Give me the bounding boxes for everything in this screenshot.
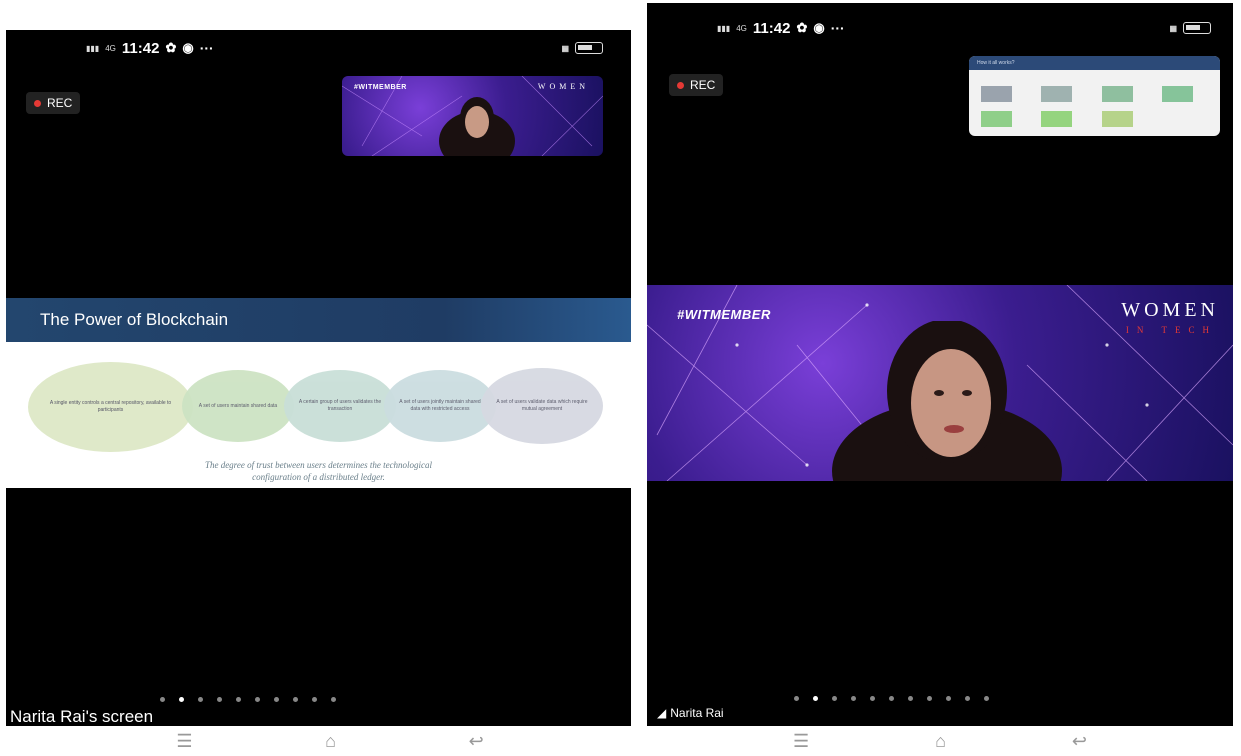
venn-circle-4: A set of users jointly maintain shared d… [384, 370, 496, 442]
page-dot[interactable] [312, 697, 317, 702]
mini-slide-box [1041, 86, 1072, 102]
sync-icon: ◉ [182, 40, 194, 55]
status-bar: ▮▮▮ 4G 11:42 ✿ ◉ ··· ▦ [647, 13, 1233, 43]
settings-icon: ✿ [796, 20, 808, 35]
page-dot[interactable] [293, 697, 298, 702]
signal-icon: ▮▮▮ [86, 43, 100, 53]
speaker-avatar [832, 321, 1062, 481]
video-tag: #WITMEMBER [677, 307, 771, 322]
rec-label: REC [47, 96, 73, 110]
mini-slide-title: How it all works? [969, 56, 1220, 70]
page-dot[interactable] [946, 696, 951, 701]
page-dot-active[interactable] [813, 696, 818, 701]
page-indicator[interactable] [160, 697, 336, 702]
right-phone-screen: ▮▮▮ 4G 11:42 ✿ ◉ ··· ▦ REC How it all wo… [647, 3, 1233, 726]
page-dot[interactable] [274, 697, 279, 702]
speaker-avatar [439, 97, 515, 156]
home-icon[interactable]: ⌂ [935, 731, 946, 752]
status-time: 11:42 [752, 19, 791, 37]
caption-line-2: configuration of a distributed ledger. [252, 471, 385, 482]
menu-icon[interactable]: ☰ [176, 731, 192, 752]
mini-slide-box [1162, 86, 1193, 102]
right-nav-bar: ☰ ⌂ ↩ [730, 726, 1150, 756]
page-dot[interactable] [965, 696, 970, 701]
speaker-thumbnail[interactable]: #WITMEMBER WOMEN [342, 76, 603, 156]
screen-owner-label: Narita Rai's screen [10, 707, 154, 726]
page-indicator[interactable] [794, 696, 989, 701]
page-dot[interactable] [927, 696, 932, 701]
more-icon: ··· [830, 20, 845, 36]
page-dot[interactable] [236, 697, 241, 702]
page-dot[interactable] [198, 697, 203, 702]
rec-label: REC [690, 78, 716, 92]
participant-label: ◢ Narita Rai [657, 706, 724, 720]
network-type: 4G [105, 43, 116, 53]
thumbnail-tag: #WITMEMBER [354, 84, 407, 91]
mini-slide-box [981, 86, 1012, 102]
page-dot[interactable] [794, 696, 799, 701]
back-icon[interactable]: ↩ [1072, 731, 1087, 752]
mini-slide-box [1041, 111, 1072, 127]
speaker-video[interactable]: #WITMEMBER WOMEN IN TECH [647, 285, 1233, 481]
left-phone-screen: ▮▮▮ 4G 11:42 ✿ ◉ ··· ▦ REC #WITMEMBER WO… [6, 30, 631, 726]
participant-name: Narita Rai [670, 706, 724, 720]
page-dot[interactable] [331, 697, 336, 702]
status-time: 11:42 [121, 39, 160, 57]
thumbnail-brand: WOMEN [537, 82, 589, 91]
shared-screen-thumbnail[interactable]: How it all works? [969, 56, 1220, 136]
shared-slide: The Power of Blockchain A single entity … [6, 298, 631, 488]
mini-slide-box [1102, 86, 1133, 102]
menu-icon[interactable]: ☰ [793, 731, 809, 752]
page-dot[interactable] [851, 696, 856, 701]
page-dot[interactable] [255, 697, 260, 702]
venn-circle-1: A single entity controls a central repos… [28, 362, 193, 452]
page-dot[interactable] [160, 697, 165, 702]
page-dot[interactable] [908, 696, 913, 701]
network-type: 4G [736, 23, 747, 33]
battery-icon [575, 42, 603, 54]
caption-line-1: The degree of trust between users determ… [204, 460, 433, 470]
home-icon[interactable]: ⌂ [325, 731, 336, 752]
mini-slide-box [981, 111, 1012, 127]
record-dot-icon [34, 99, 41, 107]
record-dot-icon [677, 81, 684, 89]
slide-caption: The degree of trust between users determ… [6, 460, 631, 483]
rec-indicator: REC [26, 92, 81, 114]
page-dot[interactable] [832, 696, 837, 701]
page-dot-active[interactable] [179, 697, 184, 702]
page-dot[interactable] [870, 696, 875, 701]
more-icon: ··· [199, 40, 214, 56]
signal-icon: ▮▮▮ [717, 23, 731, 33]
page-dot[interactable] [217, 697, 222, 702]
back-icon[interactable]: ↩ [469, 731, 484, 752]
status-bar: ▮▮▮ 4G 11:42 ✿ ◉ ··· ▦ [6, 33, 631, 63]
slide-body: A single entity controls a central repos… [6, 342, 631, 488]
settings-icon: ✿ [165, 40, 177, 55]
sync-icon: ◉ [813, 20, 825, 35]
left-nav-bar: ☰ ⌂ ↩ [110, 726, 550, 756]
video-brand: WOMEN [1121, 299, 1219, 321]
mini-slide-box [1102, 111, 1133, 127]
signal-strength-icon: ◢ [657, 706, 667, 720]
wifi-icon: ▦ [561, 43, 569, 53]
rec-indicator: REC [669, 74, 724, 96]
venn-circle-5: A set of users validate data which requi… [481, 368, 603, 444]
slide-title: The Power of Blockchain [6, 298, 631, 342]
battery-icon [1183, 22, 1211, 34]
video-brand-sub: IN TECH [1125, 325, 1217, 335]
wifi-icon: ▦ [1169, 23, 1177, 33]
page-dot[interactable] [889, 696, 894, 701]
venn-circle-2: A set of users maintain shared data [182, 370, 294, 442]
page-dot[interactable] [984, 696, 989, 701]
venn-circle-3: A certain group of users validates the t… [284, 370, 396, 442]
